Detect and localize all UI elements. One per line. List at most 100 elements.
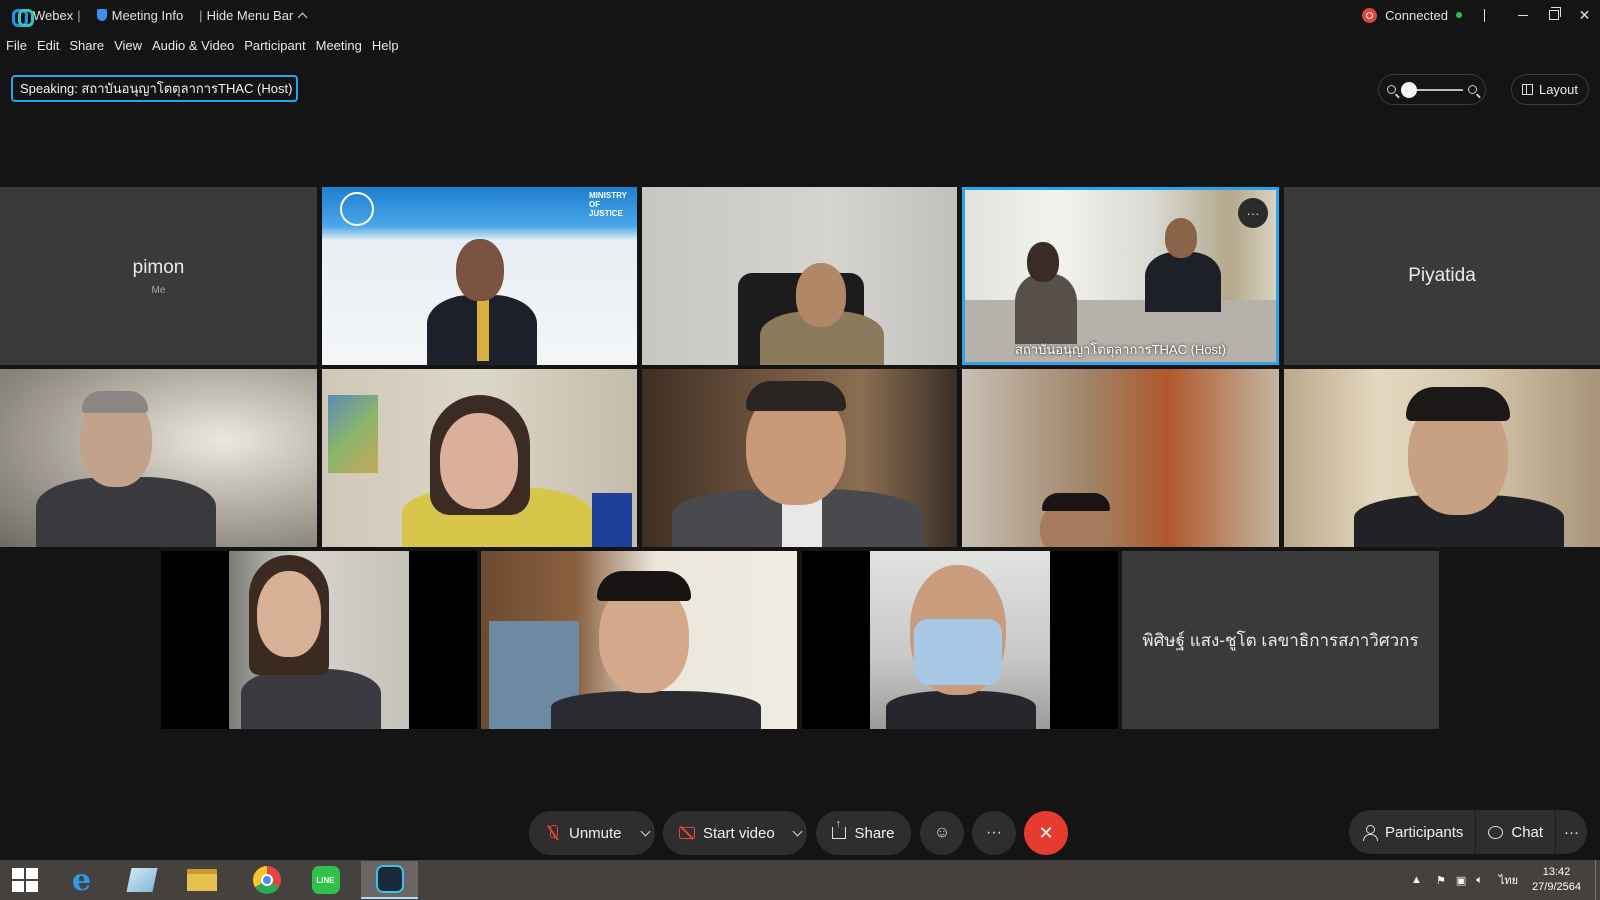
more-options-button[interactable]: ··· (972, 811, 1016, 855)
participant-tile-video-3[interactable] (0, 369, 317, 547)
participant-tile-video-5[interactable] (642, 369, 957, 547)
connection-status: Connected (1385, 7, 1448, 23)
taskbar-webex[interactable] (361, 861, 418, 899)
clock-date: 27/9/2564 (1532, 881, 1581, 893)
hide-menu-bar-label: Hide Menu Bar (206, 7, 294, 23)
zoom-in-icon[interactable] (1468, 85, 1477, 94)
audio-options-dropdown[interactable] (635, 826, 655, 836)
participant-tile-host[interactable]: ··· สถาบันอนุญาโตตุลาการTHAC (Host) (962, 187, 1279, 365)
participant-tile-piyatida[interactable]: Piyatida (1284, 187, 1600, 365)
zoom-slider[interactable] (1401, 81, 1463, 98)
menu-audio-video[interactable]: Audio & Video (152, 38, 234, 53)
participant-tile-video-1[interactable]: MINISTRY OF JUSTICE (322, 187, 637, 365)
participant-tile-video-2[interactable] (642, 187, 957, 365)
chat-button[interactable]: Chat (1476, 810, 1555, 854)
start-button[interactable] (0, 861, 50, 899)
meeting-info-label: Meeting Info (111, 7, 184, 23)
tile-more-options-button[interactable]: ··· (1238, 198, 1268, 228)
participants-button[interactable]: Participants (1349, 810, 1475, 854)
layout-grid-icon (1521, 84, 1533, 95)
menu-bar: File Edit Share View Audio & Video Parti… (0, 34, 403, 56)
participant-name: พิศิษฐ์ แสง-ชูโต เลขาธิการสภาวิศวกร (1142, 630, 1419, 650)
participant-tile-video-8[interactable] (161, 551, 477, 729)
host-name-label: สถาบันอนุญาโตตุลาการTHAC (Host) (1015, 342, 1226, 357)
participant-name: pimon (132, 256, 185, 278)
unmute-button[interactable]: Unmute (529, 825, 635, 842)
zoom-out-icon[interactable] (1387, 85, 1396, 94)
hide-menu-bar-button[interactable]: | Hide Menu Bar (189, 0, 312, 30)
taskbar-file-explorer[interactable] (173, 861, 230, 899)
minimize-button[interactable] (1507, 0, 1538, 30)
taskbar-chrome[interactable] (238, 861, 295, 899)
shield-icon (96, 9, 107, 21)
menu-meeting[interactable]: Meeting (316, 38, 362, 53)
network-icon[interactable]: ▣ (1456, 874, 1466, 887)
zoom-control[interactable] (1378, 74, 1486, 105)
mic-muted-icon (547, 825, 559, 841)
chevron-down-icon (792, 826, 802, 836)
title-bar: Webex | Meeting Info | Hide Menu Bar Con… (0, 0, 1600, 30)
zoom-slider-handle[interactable] (1401, 81, 1417, 98)
system-tray: ▲ ⚑ ▣ 🔈︎ ไทย 13:42 27/9/2564 (1411, 860, 1600, 900)
connected-indicator-icon (1456, 12, 1462, 18)
participant-tile-video-6[interactable] (962, 369, 1279, 547)
show-hidden-icons-button[interactable]: ▲ (1411, 874, 1422, 886)
camera-off-icon (679, 827, 695, 839)
ministry-logo-icon (340, 192, 374, 226)
reactions-button[interactable]: ☺ (920, 811, 964, 855)
start-video-label: Start video (703, 824, 775, 842)
participant-tile-pimon[interactable]: pimon Me (0, 187, 317, 365)
meeting-info-button[interactable]: Meeting Info (91, 0, 190, 30)
maximize-button[interactable] (1538, 0, 1569, 30)
minimize-icon (1517, 14, 1528, 16)
painting (328, 395, 378, 473)
windows-taskbar: e LINE ▲ ⚑ ▣ 🔈︎ ไทย 13:42 27/9/2564 (0, 860, 1600, 900)
video-options-dropdown[interactable] (787, 826, 807, 836)
volume-icon[interactable]: 🔈︎ (1476, 874, 1483, 887)
close-icon: ✕ (1578, 6, 1591, 23)
leave-meeting-button[interactable]: ✕ (1024, 811, 1068, 855)
line-app-icon: LINE (311, 866, 340, 894)
show-desktop-button[interactable] (1595, 860, 1600, 900)
menu-help[interactable]: Help (372, 38, 399, 53)
share-icon (832, 818, 847, 839)
participant-tile-video-10[interactable] (802, 551, 1118, 729)
taskbar-internet-explorer[interactable]: e (53, 861, 110, 899)
menu-participant[interactable]: Participant (244, 38, 305, 53)
panel-buttons: Participants Chat ··· (1349, 810, 1587, 854)
taskbar-line[interactable]: LINE (297, 861, 354, 899)
menu-edit[interactable]: Edit (37, 38, 59, 53)
restore-icon (1548, 7, 1561, 20)
internet-explorer-icon: e (71, 862, 92, 898)
close-button[interactable]: ✕ (1569, 0, 1600, 30)
system-clock[interactable]: 13:42 27/9/2564 (1532, 865, 1581, 895)
connection-status-icon (1362, 7, 1378, 23)
face-mask (914, 619, 1002, 685)
share-label: Share (854, 824, 895, 842)
chrome-icon (252, 866, 281, 894)
layout-label: Layout (1538, 82, 1579, 97)
start-video-button[interactable]: Start video (663, 825, 787, 842)
close-icon: ✕ (1038, 822, 1054, 843)
panel-more-button[interactable]: ··· (1556, 810, 1587, 854)
taskbar-app-notes[interactable] (113, 861, 170, 899)
app-title: Webex | (0, 0, 91, 30)
app-name: Webex (33, 7, 74, 23)
participant-tile-video-4[interactable] (322, 369, 637, 547)
action-center-flag-icon[interactable]: ⚑ (1436, 874, 1446, 887)
more-dots-icon: ··· (986, 824, 1002, 841)
ministry-banner: MINISTRY OF JUSTICE (589, 191, 627, 218)
windows-logo-icon (12, 868, 38, 892)
unmute-button-group: Unmute (529, 811, 655, 855)
participant-tile-video-9[interactable] (481, 551, 797, 729)
webex-logo-icon (12, 9, 34, 27)
menu-file[interactable]: File (6, 38, 27, 53)
layout-button[interactable]: Layout (1511, 74, 1589, 105)
participant-tile-secretary[interactable]: พิศิษฐ์ แสง-ชูโต เลขาธิการสภาวิศวกร (1122, 551, 1439, 729)
menu-share[interactable]: Share (69, 38, 104, 53)
participant-tile-video-7[interactable] (1284, 369, 1600, 547)
participant-me-label: Me (151, 284, 166, 296)
menu-view[interactable]: View (114, 38, 142, 53)
language-indicator[interactable]: ไทย (1499, 871, 1518, 889)
share-button[interactable]: Share (816, 811, 911, 855)
